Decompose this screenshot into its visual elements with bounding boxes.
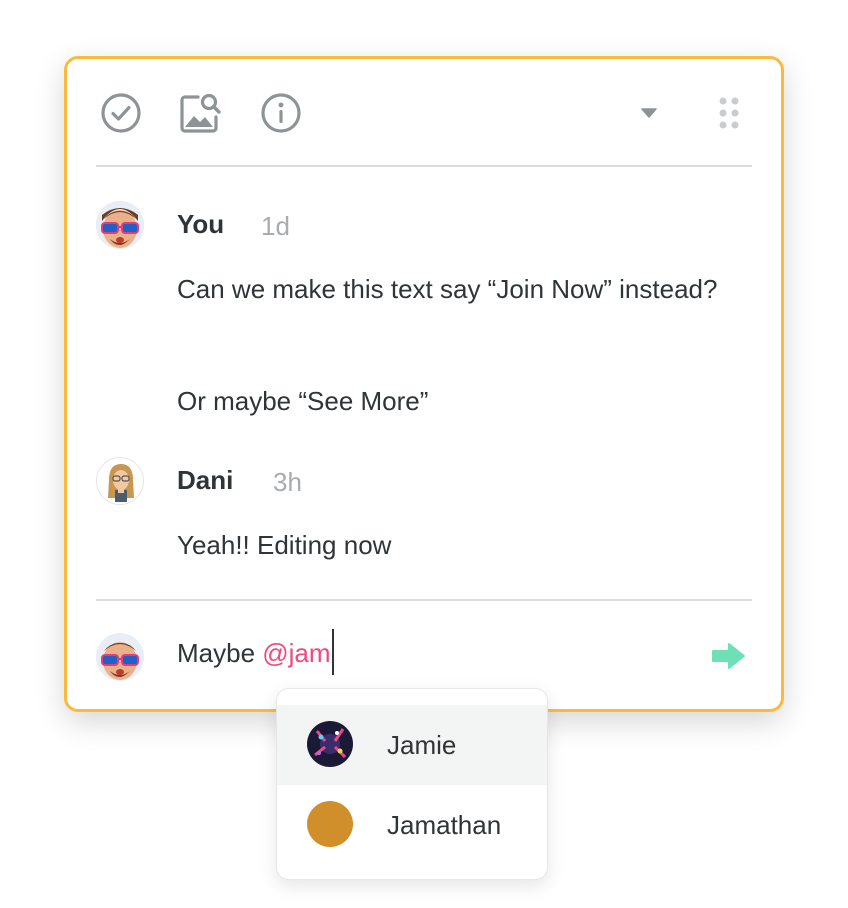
composer-divider (96, 599, 752, 601)
comment-message: Yeah!! Editing now (177, 530, 392, 560)
comment-timestamp: 3h (273, 467, 302, 497)
comment-input[interactable]: Maybe @jam (177, 629, 334, 677)
avatar (96, 457, 144, 505)
info-icon (261, 93, 301, 133)
comment-author: Dani (177, 465, 234, 495)
toolbar-divider (96, 165, 752, 167)
comment-author: You (177, 209, 225, 239)
comment-card: You 1d Can we make this text say “Join N… (64, 56, 784, 712)
avatar (96, 633, 144, 681)
caret-down-icon (641, 108, 657, 118)
mention-option-name: Jamie (387, 730, 457, 760)
avatar (96, 201, 144, 249)
check-circle-icon (101, 93, 141, 133)
resolve-button[interactable] (97, 89, 145, 137)
mention-option-jamie[interactable]: Jamie (277, 705, 547, 785)
mention-option-name: Jamathan (387, 810, 502, 840)
drag-handle[interactable] (705, 89, 753, 137)
comment-toolbar (97, 89, 753, 137)
arrow-right-icon (712, 643, 745, 669)
comment-timestamp: 1d (261, 211, 290, 241)
avatar (307, 721, 353, 767)
mention-text: @jam (262, 638, 331, 668)
more-options-dropdown[interactable] (625, 89, 673, 137)
send-button[interactable] (711, 641, 747, 671)
image-search-icon (180, 93, 221, 133)
mention-suggestions: Jamie Jamathan (276, 688, 548, 880)
avatar (307, 801, 353, 847)
comment-message: Or maybe “See More” (177, 386, 429, 416)
info-button[interactable] (257, 89, 305, 137)
comment-input-text: Maybe (177, 638, 263, 668)
text-cursor (331, 629, 334, 676)
drag-handle-icon (719, 97, 739, 129)
mention-option-jamathan[interactable]: Jamathan (277, 785, 547, 865)
comment-message: Can we make this text say “Join Now” ins… (177, 274, 718, 304)
view-image-button[interactable] (177, 89, 225, 137)
